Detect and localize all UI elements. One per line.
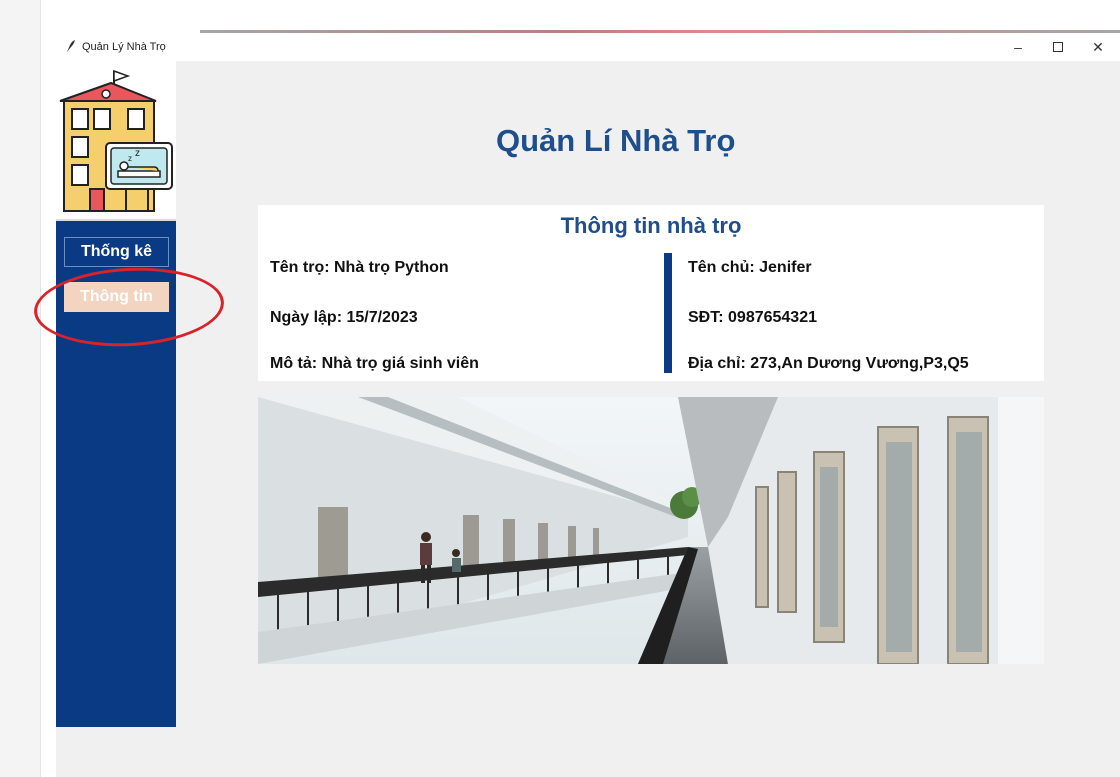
svg-text:z: z	[135, 148, 140, 159]
field-owner: Tên chủ: Jenifer	[688, 259, 812, 277]
field-label: Tên chủ:	[688, 259, 755, 276]
close-icon: ✕	[1092, 38, 1104, 55]
field-value: 0987654321	[728, 309, 817, 326]
field-label: Ngày lập:	[270, 309, 343, 326]
info-divider	[664, 253, 672, 373]
field-address: Địa chỉ: 273,An Dương Vương,P3,Q5	[688, 355, 969, 373]
field-value: 273,An Dương Vương,P3,Q5	[750, 355, 969, 372]
field-value: Nhà trọ giá sinh viên	[321, 355, 479, 372]
field-description: Mô tả: Nhà trọ giá sinh viên	[270, 355, 479, 373]
minimize-icon: –	[1014, 39, 1022, 55]
maximize-button[interactable]	[1038, 35, 1078, 59]
title-bar: Quản Lý Nhà Trọ – ✕	[56, 33, 1120, 61]
window-title: Quản Lý Nhà Trọ	[82, 41, 166, 53]
field-phone: SĐT: 0987654321	[688, 309, 817, 327]
app-window: Quản Lý Nhà Trọ – ✕ z z Thống kê Thông t…	[56, 33, 1120, 777]
logo: z z	[56, 61, 176, 221]
field-label: Mô tả:	[270, 355, 318, 372]
stats-button[interactable]: Thống kê	[64, 237, 169, 267]
field-label: Tên trọ:	[270, 259, 330, 276]
info-card: Thông tin nhà trọ Tên trọ: Nhà trọ Pytho…	[258, 205, 1044, 381]
page-title: Quản Lí Nhà Trọ	[496, 123, 736, 158]
svg-text:z: z	[128, 154, 132, 163]
feather-icon	[67, 40, 75, 52]
close-button[interactable]: ✕	[1078, 35, 1118, 59]
maximize-icon	[1053, 42, 1063, 52]
field-created-date: Ngày lập: 15/7/2023	[270, 309, 418, 327]
field-label: SĐT:	[688, 309, 724, 326]
field-value: Jenifer	[759, 259, 812, 276]
boarding-house-logo-icon: z z	[59, 69, 173, 212]
field-value: Nhà trọ Python	[334, 259, 449, 276]
field-house-name: Tên trọ: Nhà trọ Python	[270, 259, 449, 277]
field-label: Địa chỉ:	[688, 355, 746, 372]
minimize-button[interactable]: –	[998, 35, 1038, 59]
background-divider	[40, 0, 41, 777]
info-card-title: Thông tin nhà trọ	[560, 213, 742, 238]
background-margin	[0, 0, 40, 777]
field-value: 15/7/2023	[346, 309, 418, 326]
sidebar: z z Thống kê Thông tin	[56, 61, 176, 727]
building-photo	[258, 397, 1044, 664]
